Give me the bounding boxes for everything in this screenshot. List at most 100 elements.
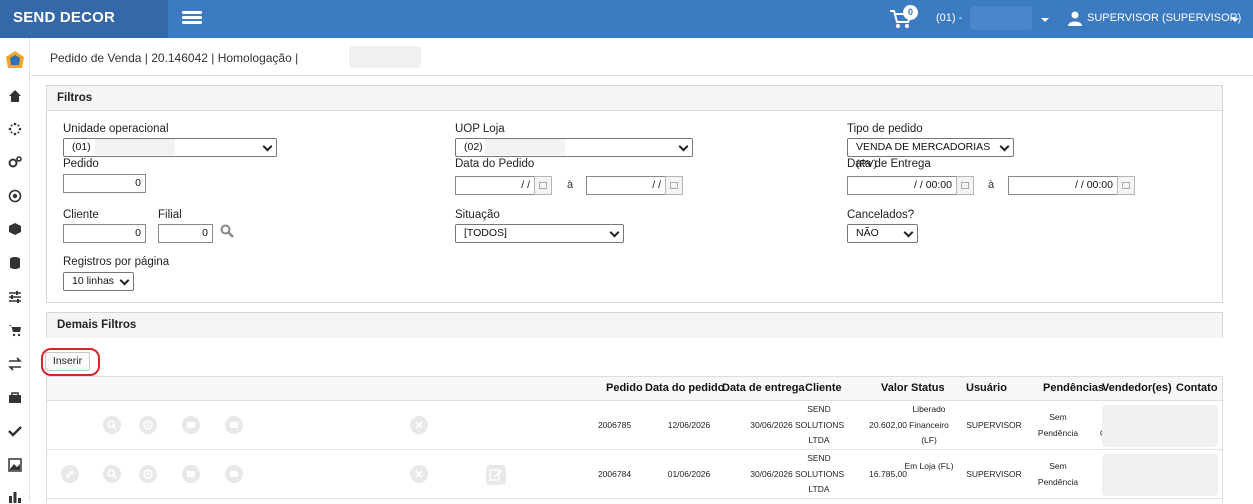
cell-data-pedido: 12/06/2026 [667, 420, 711, 430]
col-vendedores[interactable]: Vendedor(es) [1102, 382, 1172, 394]
chevron-down-icon [678, 141, 689, 152]
calendar-icon[interactable] [1117, 176, 1135, 195]
store-caret-icon[interactable] [1041, 18, 1049, 22]
table-row[interactable]: 2006784 01/06/2026 30/06/2026 SEND SOLUT… [47, 450, 1222, 499]
search-icon[interactable] [103, 465, 121, 483]
check-icon[interactable] [8, 424, 22, 438]
top-bar: SEND DECOR 0 (01) - SUPERVISOR (SUPERVIS… [0, 0, 1253, 38]
search-icon[interactable] [220, 224, 234, 238]
note-edit-icon[interactable] [486, 465, 506, 485]
data-entrega-from-input[interactable]: / / 00:00 [847, 176, 957, 195]
edit-icon[interactable] [61, 465, 79, 483]
col-pedido[interactable]: Pedido [606, 382, 643, 394]
user-menu[interactable]: SUPERVISOR (SUPERVISOR) [1087, 12, 1241, 24]
home-icon[interactable] [8, 89, 22, 103]
cancelados-select[interactable]: NÃO [847, 224, 918, 243]
cell-pedido: 2006784 [597, 469, 632, 479]
range-separator: à [988, 179, 995, 191]
situacao-select[interactable]: [TODOS] [455, 224, 624, 243]
exchange-icon[interactable] [8, 357, 22, 371]
history-icon[interactable] [139, 465, 157, 483]
sliders-icon[interactable] [8, 290, 22, 304]
chevron-down-icon [262, 141, 273, 152]
col-data-entrega[interactable]: Data de entrega [722, 382, 805, 394]
bag-icon[interactable] [8, 390, 22, 404]
cube-icon[interactable] [8, 222, 22, 236]
filial-label: Filial [158, 209, 182, 221]
cell-status: Liberado Financeiro (LF) [909, 404, 949, 445]
cart-count-badge: 0 [903, 5, 918, 20]
cliente-input[interactable]: 0 [63, 224, 146, 243]
search-icon[interactable] [103, 416, 121, 434]
database-icon[interactable] [8, 256, 22, 270]
cliente-label: Cliente [63, 209, 99, 221]
filial-input[interactable]: 0 [158, 224, 213, 243]
sidebar [0, 38, 30, 503]
app-logo-icon[interactable] [5, 50, 25, 70]
menu-toggle-icon[interactable] [182, 11, 202, 25]
col-status[interactable]: Status [911, 382, 945, 394]
col-valor[interactable]: Valor [881, 382, 908, 394]
col-data-pedido[interactable]: Data do pedido [645, 382, 724, 394]
user-caret-icon[interactable] [1231, 18, 1239, 22]
cell-usuario: SUPERVISOR [966, 420, 1022, 430]
history-icon[interactable] [139, 416, 157, 434]
chevron-down-icon [609, 227, 620, 238]
insert-button[interactable]: Inserir [45, 352, 90, 371]
card-icon[interactable] [182, 465, 200, 483]
user-icon [1068, 11, 1082, 26]
cell-cliente: SEND SOLUTIONS LTDA [795, 453, 845, 494]
chevron-down-icon [119, 275, 130, 286]
calendar-icon[interactable] [534, 176, 552, 195]
table-header: Pedido Data do pedido Data de entrega Cl… [47, 377, 1222, 401]
chevron-down-icon [999, 141, 1010, 152]
col-pendencias[interactable]: Pendências [1043, 382, 1104, 394]
cancel-icon[interactable] [410, 465, 428, 483]
calendar-icon[interactable] [665, 176, 683, 195]
tipo-select[interactable]: VENDA DE MERCADORIAS (PV) [847, 138, 1014, 170]
table-row[interactable]: 2006785 12/06/2026 30/06/2026 SEND SOLUT… [47, 401, 1222, 450]
cell-pendencias: Sem Pendência [1037, 412, 1079, 438]
cell-usuario: SUPERVISOR [966, 469, 1022, 479]
spinner-icon[interactable] [8, 122, 22, 136]
redacted-area [95, 139, 175, 155]
store-select[interactable]: (01) - [936, 12, 962, 24]
image-icon[interactable] [8, 458, 22, 472]
gears-icon[interactable] [8, 155, 22, 169]
brand-logo[interactable]: SEND DECOR [0, 0, 168, 38]
situacao-label: Situação [455, 209, 500, 221]
tipo-label: Tipo de pedido [847, 123, 923, 135]
card-icon[interactable] [225, 416, 243, 434]
breadcrumb: Pedido de Venda | 20.146042 | Homologaçã… [50, 51, 299, 65]
pedido-input[interactable]: 0 [63, 174, 146, 193]
col-usuario[interactable]: Usuário [966, 382, 1007, 394]
data-pedido-to-input[interactable]: / / [586, 176, 666, 195]
cell-cliente: SEND SOLUTIONS LTDA [795, 404, 845, 445]
col-contato[interactable]: Contato [1176, 382, 1218, 394]
uop-label: UOP Loja [455, 123, 505, 135]
col-cliente[interactable]: Cliente [805, 382, 842, 394]
range-separator: à [567, 179, 574, 191]
cell-pedido: 2006785 [597, 420, 632, 430]
cell-status: Em Loja (FL) [904, 461, 954, 471]
data-entrega-label: Data de Entrega [847, 158, 931, 170]
demais-filtros-title[interactable]: Demais Filtros [47, 313, 1222, 338]
target-icon[interactable] [8, 189, 22, 203]
orders-table: Pedido Data do pedido Data de entrega Cl… [46, 376, 1223, 502]
cell-data-pedido: 01/06/2026 [667, 469, 711, 479]
calendar-icon[interactable] [956, 176, 974, 195]
redacted-area [1102, 405, 1218, 447]
demais-filtros-panel[interactable]: Demais Filtros [46, 312, 1223, 338]
registros-label: Registros por página [63, 256, 170, 268]
data-entrega-to-input[interactable]: / / 00:00 [1008, 176, 1118, 195]
cart-icon[interactable] [8, 323, 22, 337]
pedido-label: Pedido [63, 158, 99, 170]
cell-pendencias: Sem Pendência [1037, 461, 1079, 487]
cell-data-entrega: 30/06/2026 [750, 420, 793, 430]
registros-select[interactable]: 10 linhas [63, 272, 134, 291]
card-icon[interactable] [225, 465, 243, 483]
redacted-area [485, 139, 565, 155]
cancel-icon[interactable] [410, 416, 428, 434]
data-pedido-from-input[interactable]: / / [455, 176, 535, 195]
card-icon[interactable] [182, 416, 200, 434]
